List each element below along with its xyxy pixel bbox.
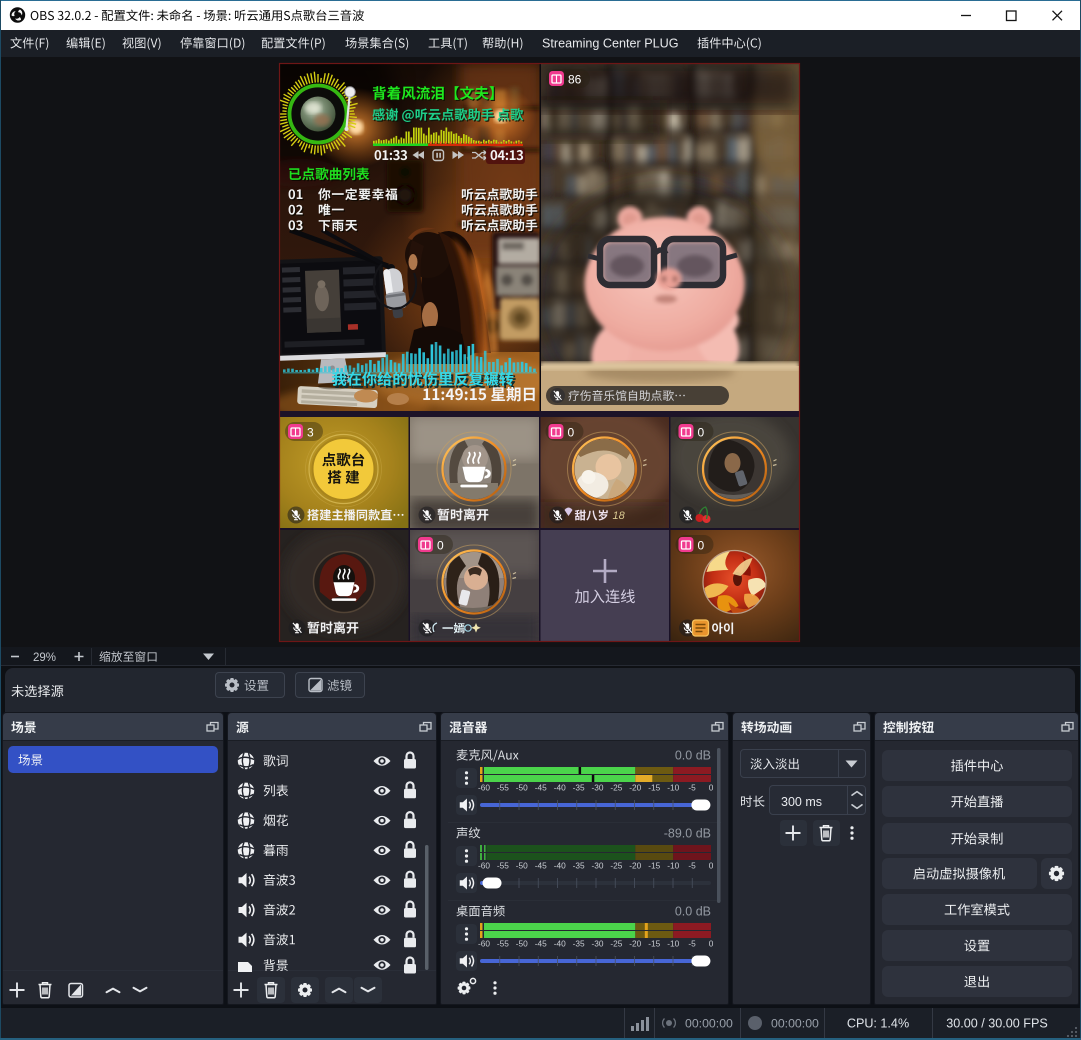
svg-text:-35: -35 — [573, 861, 585, 871]
svg-text:0: 0 — [698, 426, 705, 440]
svg-text:0: 0 — [709, 939, 714, 949]
svg-text:29%: 29% — [33, 652, 56, 664]
svg-text:-30: -30 — [592, 861, 604, 871]
svg-text:Streaming Center PLUG: Streaming Center PLUG — [542, 37, 679, 51]
svg-text:-15: -15 — [648, 939, 660, 949]
svg-text:-40: -40 — [554, 939, 566, 949]
svg-text:300 ms: 300 ms — [781, 795, 822, 809]
svg-text:-10: -10 — [667, 783, 679, 793]
svg-text:-50: -50 — [516, 861, 528, 871]
svg-text:-60: -60 — [478, 783, 490, 793]
svg-text:-30: -30 — [592, 783, 604, 793]
svg-text:-35: -35 — [573, 783, 585, 793]
svg-text:-40: -40 — [554, 783, 566, 793]
svg-text:-20: -20 — [629, 783, 641, 793]
svg-text:-5: -5 — [688, 939, 696, 949]
svg-text:-89.0 dB: -89.0 dB — [664, 827, 711, 841]
svg-text:-20: -20 — [629, 939, 641, 949]
svg-text:0: 0 — [437, 539, 444, 553]
svg-text:CPU: 1.4%: CPU: 1.4% — [847, 1017, 909, 1031]
svg-text:0.0 dB: 0.0 dB — [675, 905, 711, 919]
svg-text:18: 18 — [613, 510, 626, 522]
svg-text:0: 0 — [709, 783, 714, 793]
svg-text:-25: -25 — [610, 783, 622, 793]
svg-text:-15: -15 — [648, 783, 660, 793]
svg-text:-40: -40 — [554, 861, 566, 871]
svg-text:-30: -30 — [592, 939, 604, 949]
svg-text:3: 3 — [307, 426, 314, 440]
svg-text:-45: -45 — [535, 861, 547, 871]
svg-text:-25: -25 — [610, 861, 622, 871]
svg-text:0: 0 — [709, 861, 714, 871]
svg-text:-55: -55 — [497, 783, 509, 793]
svg-text:30.00 / 30.00 FPS: 30.00 / 30.00 FPS — [946, 1017, 1048, 1031]
svg-text:0: 0 — [568, 426, 575, 440]
svg-text:-5: -5 — [688, 861, 696, 871]
svg-text:-5: -5 — [688, 783, 696, 793]
svg-text:-25: -25 — [610, 939, 622, 949]
svg-text:-60: -60 — [478, 939, 490, 949]
svg-text:-55: -55 — [497, 861, 509, 871]
svg-text:-45: -45 — [535, 939, 547, 949]
svg-text:-10: -10 — [667, 861, 679, 871]
svg-text:00:00:00: 00:00:00 — [771, 1017, 819, 1031]
svg-text:-15: -15 — [648, 861, 660, 871]
svg-text:00:00:00: 00:00:00 — [685, 1017, 733, 1031]
svg-text:-50: -50 — [516, 783, 528, 793]
svg-text:86: 86 — [568, 73, 582, 87]
svg-text:-55: -55 — [497, 939, 509, 949]
svg-text:-10: -10 — [667, 939, 679, 949]
svg-text:-60: -60 — [478, 861, 490, 871]
svg-text:-35: -35 — [573, 939, 585, 949]
svg-text:0.0 dB: 0.0 dB — [675, 749, 711, 763]
svg-text:-50: -50 — [516, 939, 528, 949]
svg-text:0: 0 — [698, 539, 705, 553]
svg-text:-20: -20 — [629, 861, 641, 871]
svg-text:-45: -45 — [535, 783, 547, 793]
